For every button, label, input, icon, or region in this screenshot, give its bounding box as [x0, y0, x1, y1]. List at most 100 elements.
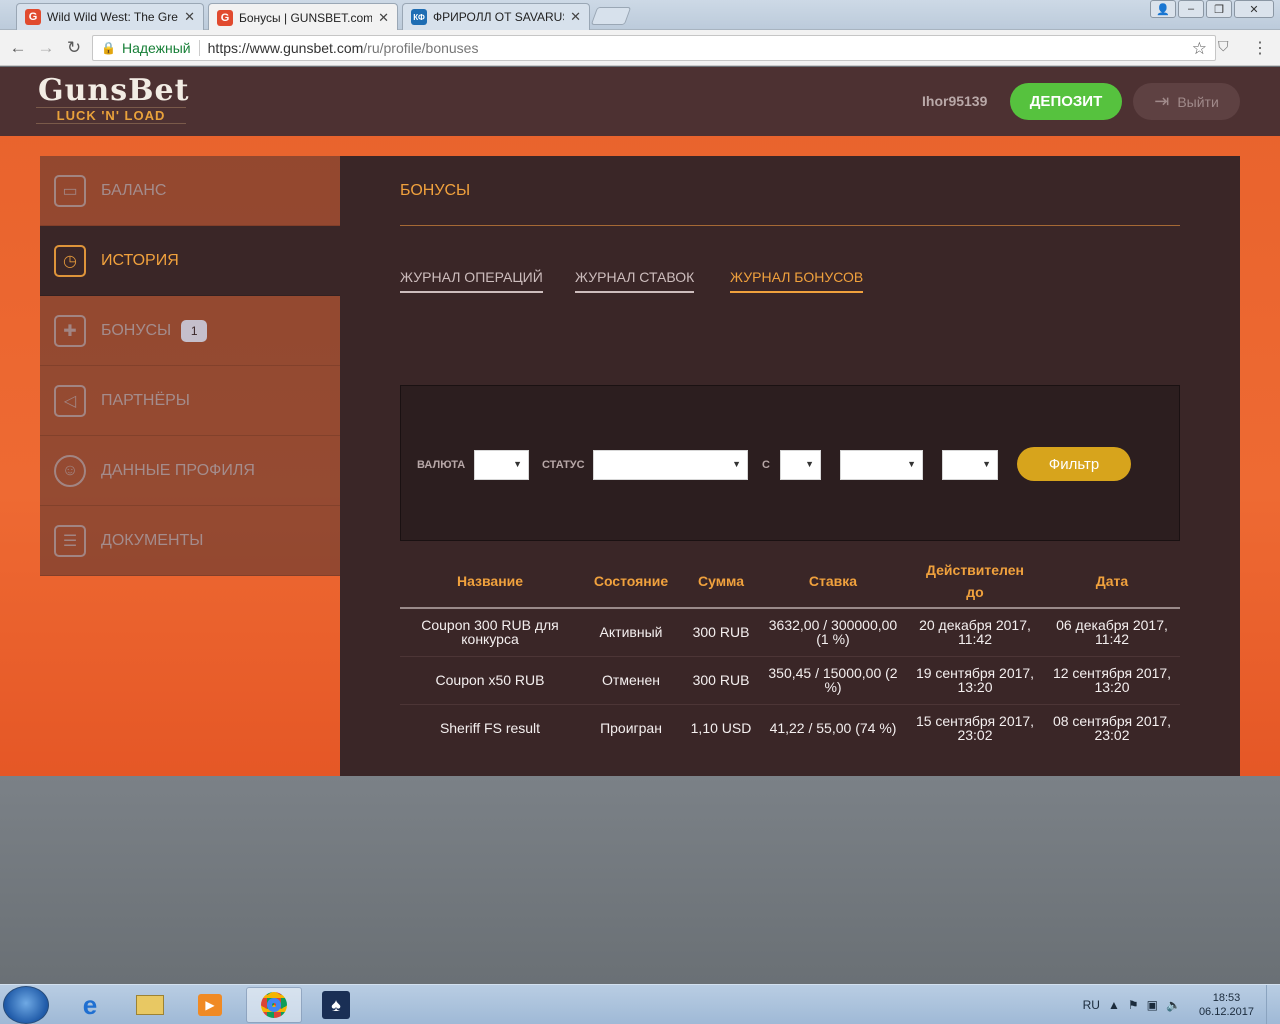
bonuses-panel: БОНУСЫ ЖУРНАЛ ОПЕРАЦИЙ ЖУРНАЛ СТАВОК ЖУР… — [340, 156, 1240, 776]
page-title: БОНУСЫ — [400, 182, 471, 199]
tab-bets-log[interactable]: ЖУРНАЛ СТАВОК — [575, 269, 695, 293]
internet-explorer-icon[interactable]: e — [62, 987, 118, 1023]
tab-title: Wild Wild West: The Gre — [47, 10, 178, 24]
profile-icon[interactable]: 👤 — [1150, 0, 1176, 18]
page-background-lower — [0, 776, 1280, 984]
id-card-icon: ☰ — [54, 524, 86, 557]
sidebar-item-history[interactable]: ◷ ИСТОРИЯ — [40, 226, 340, 296]
column-header: Название — [400, 554, 580, 609]
close-tab-icon[interactable]: ✕ — [378, 10, 389, 26]
status-label: СТАТУС — [542, 459, 585, 471]
profile-sidebar: ▭ БАЛАНС ◷ ИСТОРИЯ ✚ БОНУСЫ 1 ◁ ПАРТНЁРЫ… — [40, 156, 340, 576]
table-cell: Coupon 300 RUB для конкурса — [400, 608, 580, 657]
table-cell: 20 декабря 2017, 11:42 — [906, 608, 1044, 657]
logo-main-text: GunsBet — [38, 73, 190, 108]
browser-menu-icon[interactable]: ⋮ — [1252, 38, 1268, 58]
network-icon[interactable]: ▣ — [1147, 998, 1158, 1012]
username[interactable]: Ihor95139 — [922, 93, 987, 109]
lock-icon: 🔒 — [101, 41, 116, 55]
new-tab-button[interactable] — [590, 7, 632, 25]
chevron-down-icon: ▼ — [513, 459, 522, 469]
volume-icon[interactable]: 🔈 — [1166, 998, 1181, 1012]
title-divider — [400, 225, 1180, 226]
sidebar-item-bonuses[interactable]: ✚ БОНУСЫ 1 — [40, 296, 340, 366]
table-cell: Отменен — [580, 656, 682, 705]
date-from-label: С — [762, 459, 770, 471]
browser-tab-2[interactable]: G Бонусы | GUNSBET.com ✕ — [208, 3, 398, 31]
close-window-icon[interactable]: ✕ — [1234, 0, 1274, 18]
show-desktop-button[interactable] — [1266, 985, 1280, 1024]
clock[interactable]: 18:53 06.12.2017 — [1199, 991, 1254, 1019]
year-select[interactable]: ▼ — [942, 450, 998, 480]
bonus-count-badge: 1 — [181, 319, 208, 342]
table-cell: 06 декабря 2017, 11:42 — [1044, 608, 1180, 657]
address-bar-row: ← → ↻ 🔒 Надежный https://www.gunsbet.com… — [0, 30, 1280, 66]
url-text: https://www.gunsbet.com/ru/profile/bonus… — [208, 40, 479, 56]
system-tray: RU ▲ ⚑ ▣ 🔈 18:53 06.12.2017 — [1083, 985, 1254, 1024]
bookmark-star-icon[interactable]: ☆ — [1192, 39, 1207, 59]
table-cell: 12 сентября 2017, 13:20 — [1044, 656, 1180, 705]
chrome-icon[interactable] — [246, 987, 302, 1023]
close-tab-icon[interactable]: ✕ — [570, 9, 581, 25]
logout-icon: ⇥ — [1154, 91, 1170, 111]
minimize-icon[interactable]: – — [1178, 0, 1204, 18]
tab-operations-log[interactable]: ЖУРНАЛ ОПЕРАЦИЙ — [400, 269, 543, 293]
browser-tab-3[interactable]: КФ ФРИРОЛЛ ОТ SAVARUS ✕ — [402, 3, 590, 30]
browser-tab-1[interactable]: G Wild Wild West: The Gre ✕ — [16, 3, 204, 30]
back-icon[interactable]: ← — [8, 38, 28, 58]
maximize-icon[interactable]: ❐ — [1206, 0, 1232, 18]
column-header: Действителен до — [906, 554, 1044, 609]
windows-taskbar: e ▶ ♠ RU ▲ ⚑ ▣ 🔈 18:53 06.12.2017 — [0, 984, 1280, 1024]
file-explorer-icon[interactable] — [122, 987, 178, 1023]
deposit-button[interactable]: ДЕПОЗИТ — [1010, 83, 1122, 120]
sidebar-item-label: БАЛАНС — [101, 181, 167, 199]
browser-tab-bar: G Wild Wild West: The Gre ✕ G Бонусы | G… — [0, 0, 1280, 31]
table-cell: Sheriff FS result — [439, 720, 541, 737]
currency-select[interactable]: ▼ — [474, 450, 529, 480]
close-tab-icon[interactable]: ✕ — [184, 9, 195, 25]
gunsbet-logo[interactable]: GunsBet LUCK 'N' LOAD — [36, 73, 190, 129]
megaphone-icon: ◁ — [54, 384, 86, 417]
tray-expand-icon[interactable]: ▲ — [1108, 998, 1120, 1012]
bonuses-table: Название Состояние Сумма Ставка Действит… — [400, 554, 1180, 752]
action-center-flag-icon[interactable]: ⚑ — [1128, 998, 1139, 1012]
logout-button[interactable]: ⇥ Выйти — [1133, 83, 1240, 120]
table-cell: Проигран — [600, 720, 662, 737]
month-select[interactable]: ▼ — [840, 450, 923, 480]
sidebar-item-partners[interactable]: ◁ ПАРТНЁРЫ — [40, 366, 340, 436]
url-host: https://www.gunsbet.com — [207, 40, 364, 56]
gunsbet-favicon-icon: G — [217, 9, 233, 26]
table-cell: 1,10 USD — [690, 720, 752, 737]
table-cell: 300 RUB — [682, 608, 760, 657]
sidebar-item-documents[interactable]: ☰ ДОКУМЕНТЫ — [40, 506, 340, 576]
clock-time: 18:53 — [1212, 992, 1241, 1004]
reload-icon[interactable]: ↻ — [64, 38, 84, 58]
table-cell: 350,45 / 15000,00 (2 %) — [760, 656, 906, 705]
window-controls: 👤 – ❐ ✕ — [1150, 0, 1274, 18]
currency-label: ВАЛЮТА — [417, 459, 466, 471]
table-cell: 41,22 / 55,00 (74 %) — [769, 720, 897, 737]
forward-icon[interactable]: → — [36, 38, 56, 58]
language-indicator[interactable]: RU — [1083, 998, 1100, 1012]
chevron-down-icon: ▼ — [805, 459, 814, 469]
status-select[interactable]: ▼ — [593, 450, 748, 480]
site-header: GunsBet LUCK 'N' LOAD Ihor95139 ДЕПОЗИТ … — [0, 67, 1280, 136]
shield-extension-icon[interactable]: ⛉ — [1218, 38, 1234, 56]
table-row: Sheriff FS result Проигран 1,10 USD 41,2… — [400, 704, 1180, 752]
windows-start-button[interactable] — [3, 986, 49, 1024]
logo-tagline: LUCK 'N' LOAD — [36, 107, 186, 124]
column-header: Состояние — [580, 554, 682, 609]
tab-title: Бонусы | GUNSBET.com — [239, 10, 373, 25]
divider — [198, 40, 200, 56]
calendar-clock-icon: ◷ — [54, 244, 86, 277]
tab-bonuses-log[interactable]: ЖУРНАЛ БОНУСОВ — [730, 269, 864, 293]
filter-button[interactable]: Фильтр — [1017, 447, 1131, 481]
table-cell: 08 сентября 2017, 23:02 — [1052, 713, 1172, 744]
poker-client-icon[interactable]: ♠ — [308, 987, 364, 1023]
day-select[interactable]: ▼ — [780, 450, 821, 480]
table-row: Coupon 300 RUB для конкурса Активный 300… — [400, 608, 1180, 657]
url-input[interactable]: 🔒 Надежный https://www.gunsbet.com/ru/pr… — [92, 35, 1216, 61]
sidebar-item-profile[interactable]: ☺ ДАННЫЕ ПРОФИЛЯ — [40, 436, 340, 506]
sidebar-item-balance[interactable]: ▭ БАЛАНС — [40, 156, 340, 226]
media-player-icon[interactable]: ▶ — [182, 987, 238, 1023]
